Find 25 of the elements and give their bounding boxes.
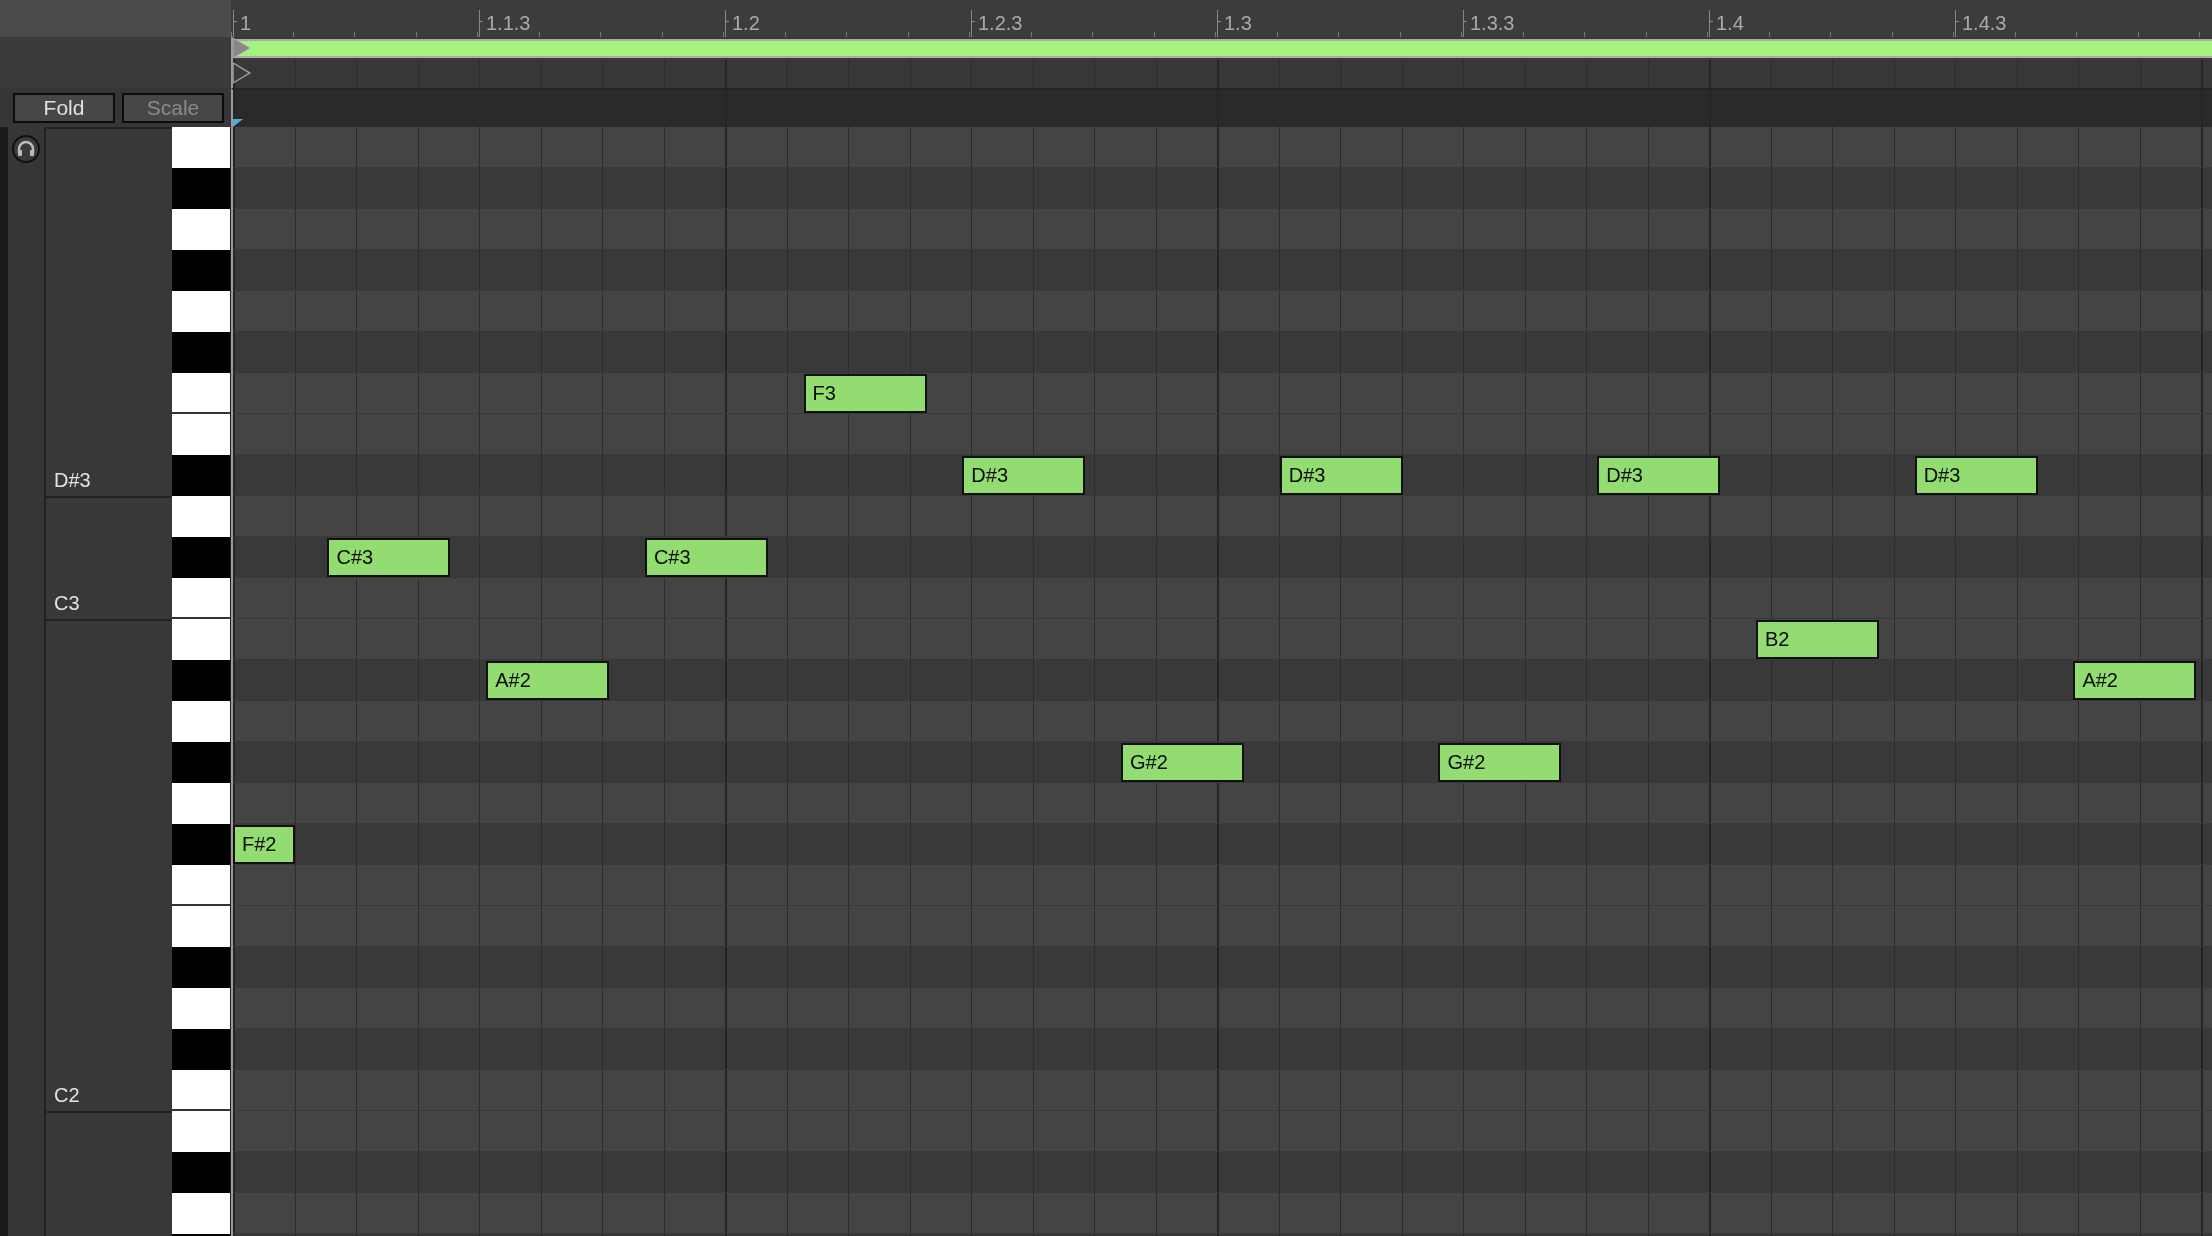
midi-note[interactable]: D#3 <box>1597 456 1721 495</box>
piano-key[interactable] <box>172 1070 230 1111</box>
midi-note[interactable]: C#3 <box>644 538 768 577</box>
midi-note[interactable]: F#2 <box>233 825 295 864</box>
midi-note[interactable]: F3 <box>803 374 927 413</box>
piano-key[interactable] <box>172 578 230 619</box>
pitch-label: C2 <box>54 1084 80 1107</box>
midi-note[interactable]: G#2 <box>1438 743 1562 782</box>
start-marker-icon[interactable] <box>233 38 251 58</box>
piano-key[interactable] <box>172 373 230 414</box>
midi-note[interactable]: D#3 <box>1279 456 1403 495</box>
midi-note[interactable]: A#2 <box>486 661 610 700</box>
pitch-label: D#3 <box>54 469 91 492</box>
midi-note[interactable]: D#3 <box>962 456 1086 495</box>
timeline-ruler[interactable]: 1 1.1.3 1.2 1.2.3 1.3 1.3.3 1.4 1.4.3 <box>231 0 2212 37</box>
midi-note[interactable]: A#2 <box>2073 661 2197 700</box>
piano-key[interactable] <box>172 865 230 906</box>
midi-note[interactable]: G#2 <box>1121 743 1245 782</box>
midi-note[interactable]: D#3 <box>1914 456 2038 495</box>
toolbar-button[interactable]: Fold <box>13 92 115 123</box>
headphones-icon[interactable] <box>12 135 40 163</box>
pitch-label: C3 <box>54 592 80 615</box>
end-marker-icon[interactable] <box>233 62 251 84</box>
midi-note[interactable]: C#3 <box>327 538 451 577</box>
midi-note[interactable]: B2 <box>1755 620 1879 659</box>
